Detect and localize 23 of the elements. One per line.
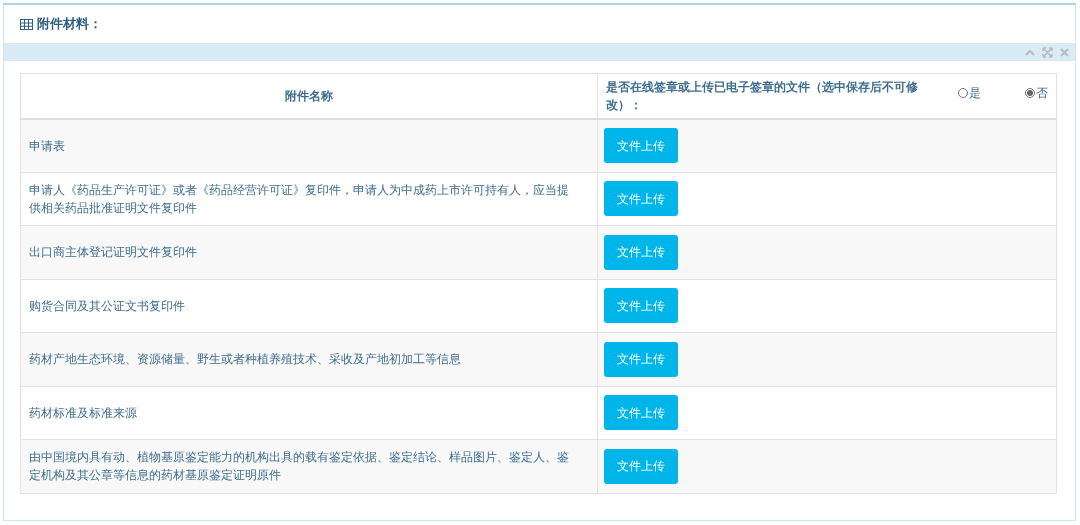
table-cell: 药材标准及标准来源: [20, 386, 598, 440]
radio-label[interactable]: 否: [1036, 83, 1048, 102]
table-cell: 购货合同及其公证文书复印件: [20, 279, 598, 333]
column-header: 是否在线签章或上传已电子签章的文件（选中保存后不可修改）：: [606, 78, 919, 114]
upload-button[interactable]: 文件上传: [604, 181, 678, 217]
collapse-icon[interactable]: [1025, 48, 1035, 56]
upload-button[interactable]: 文件上传: [604, 234, 678, 270]
table-cell: 药材产地生态环境、资源储量、野生或者种植养殖技术、采收及产地初加工等信息: [20, 332, 598, 386]
column-header: 附件名称: [20, 73, 598, 119]
table-icon: [20, 18, 33, 30]
expand-icon[interactable]: [1042, 46, 1053, 58]
table-cell: 申请人《药品生产许可证》或者《药品经营许可证》复印件，申请人为中成药上市许可持有人，应当提供相关药品批准证明文件复印件: [20, 172, 598, 226]
panel-title: 附件材料：: [37, 15, 102, 34]
upload-button[interactable]: 文件上传: [604, 288, 678, 324]
upload-button[interactable]: 文件上传: [604, 128, 678, 163]
close-icon[interactable]: [1060, 47, 1069, 57]
table-cell: 由中国境内具有动、植物基原鉴定能力的机构出具的载有鉴定依据、鉴定结论、样品图片、鉴定人、鉴定机构及其公章等信息的药材基原鉴定证明原件: [20, 439, 598, 493]
table-cell: 申请表: [20, 118, 598, 172]
upload-button[interactable]: 文件上传: [604, 395, 678, 431]
radio-label[interactable]: 是: [969, 83, 981, 102]
upload-button[interactable]: 文件上传: [604, 341, 678, 377]
table-cell: 出口商主体登记证明文件复印件: [20, 225, 598, 279]
upload-button[interactable]: 文件上传: [604, 448, 678, 484]
